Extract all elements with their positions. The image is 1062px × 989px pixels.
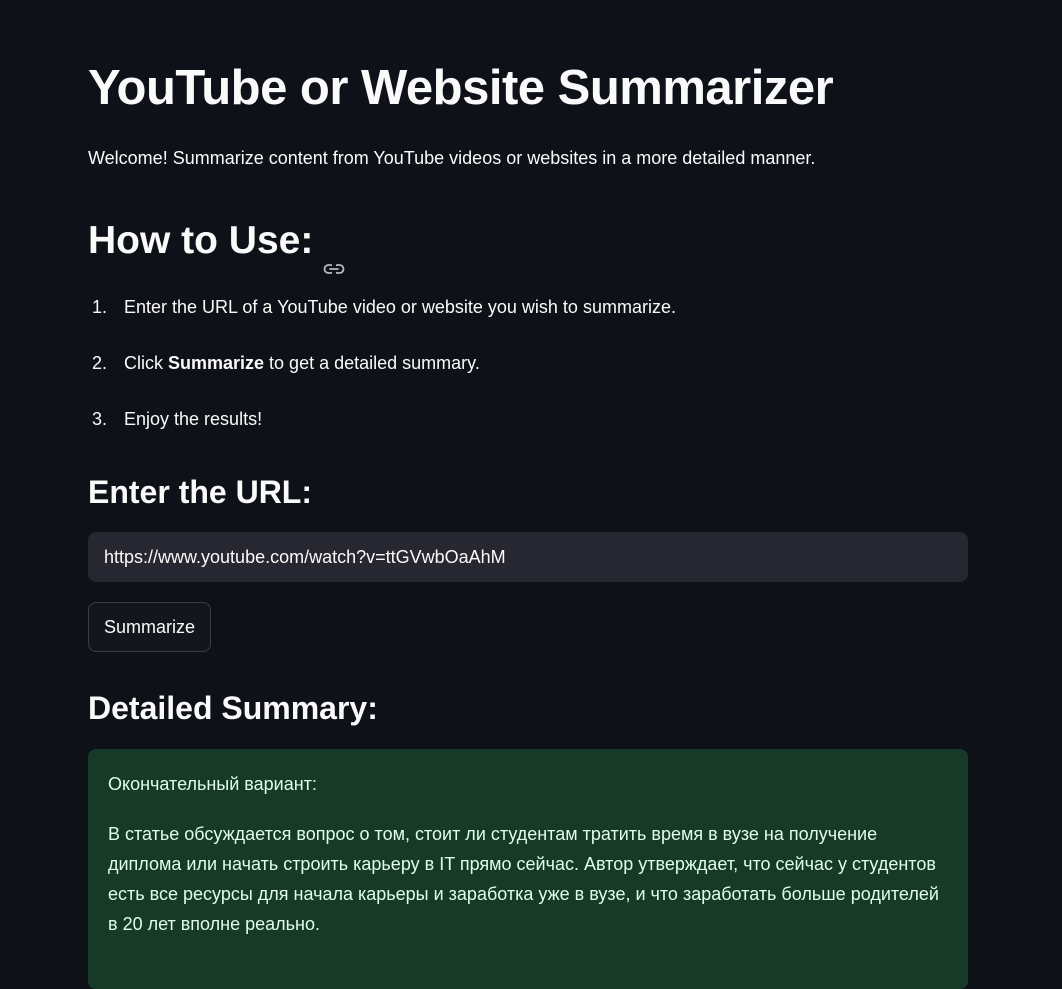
summary-paragraph: В статье обсуждается вопрос о том, стоит… [108,824,939,934]
list-item: 1. Enter the URL of a YouTube video or w… [88,290,676,346]
url-input[interactable] [88,532,968,582]
step-number: 2. [92,353,108,373]
step-number: 3. [92,409,108,429]
summarize-button[interactable]: Summarize [88,602,212,652]
list-item: 2. Click Summarize to get a detailed sum… [88,346,676,402]
welcome-text: Welcome! Summarize content from YouTube … [88,148,816,168]
step-text-prefix: Click [124,353,168,373]
page-title: YouTube or Website Summarizer [88,61,834,115]
summary-result-box: Окончательный вариант: В статье обсуждае… [88,749,968,989]
steps-list: 1. Enter the URL of a YouTube video or w… [88,290,676,458]
step-number: 1. [92,297,108,317]
list-item: 3. Enjoy the results! [88,402,676,458]
step-text-bold: Summarize [168,353,265,373]
step-text: Enter the URL of a YouTube video or webs… [124,297,676,317]
link-icon[interactable] [323,237,345,274]
step-text-suffix: to get a detailed summary. [264,353,480,373]
summary-paragraph: Окончательный вариант: [108,774,317,794]
how-to-heading-text: How to Use: [88,219,314,262]
url-heading: Enter the URL: [88,474,312,510]
how-to-heading: How to Use: [88,214,345,274]
step-text: Enjoy the results! [124,409,263,429]
step-text: Click Summarize to get a detailed summar… [124,346,480,402]
summary-heading: Detailed Summary: [88,690,378,726]
